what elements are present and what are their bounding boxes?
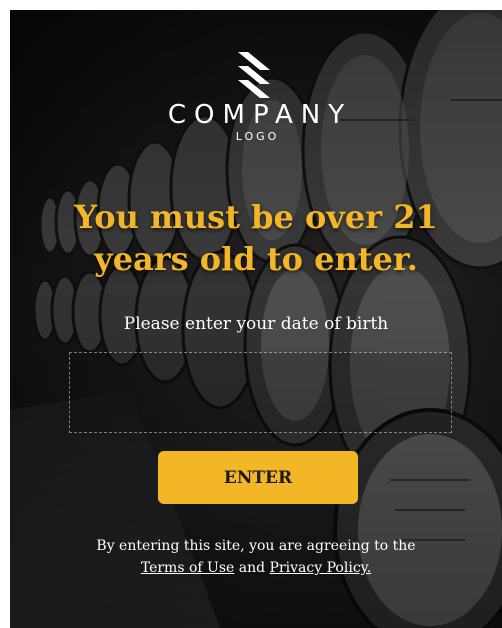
terms-disclaimer: By entering this site, you are agreeing …: [10, 535, 502, 579]
terms-of-use-link[interactable]: Terms of Use: [141, 560, 234, 576]
age-requirement-headline: You must be over 21 years old to enter.: [74, 198, 438, 278]
disclaimer-and-text: and: [238, 560, 266, 576]
page: COMPANY LOGO You must be over 21 years o…: [0, 0, 502, 628]
age-gate-modal: COMPANY LOGO You must be over 21 years o…: [10, 10, 502, 628]
dob-prompt: Please enter your date of birth: [123, 314, 389, 334]
company-logo-wordmark: COMPANY: [167, 100, 353, 130]
enter-button[interactable]: ENTER: [158, 451, 358, 504]
disclaimer-text: By entering this site, you are agreeing …: [96, 538, 416, 554]
privacy-policy-link[interactable]: Privacy Policy.: [270, 560, 372, 576]
date-of-birth-input[interactable]: [69, 352, 452, 433]
company-logo-subtitle: LOGO: [235, 130, 280, 143]
stripes-logo-icon: [238, 52, 270, 98]
age-gate-content: COMPANY LOGO You must be over 21 years o…: [10, 10, 502, 628]
